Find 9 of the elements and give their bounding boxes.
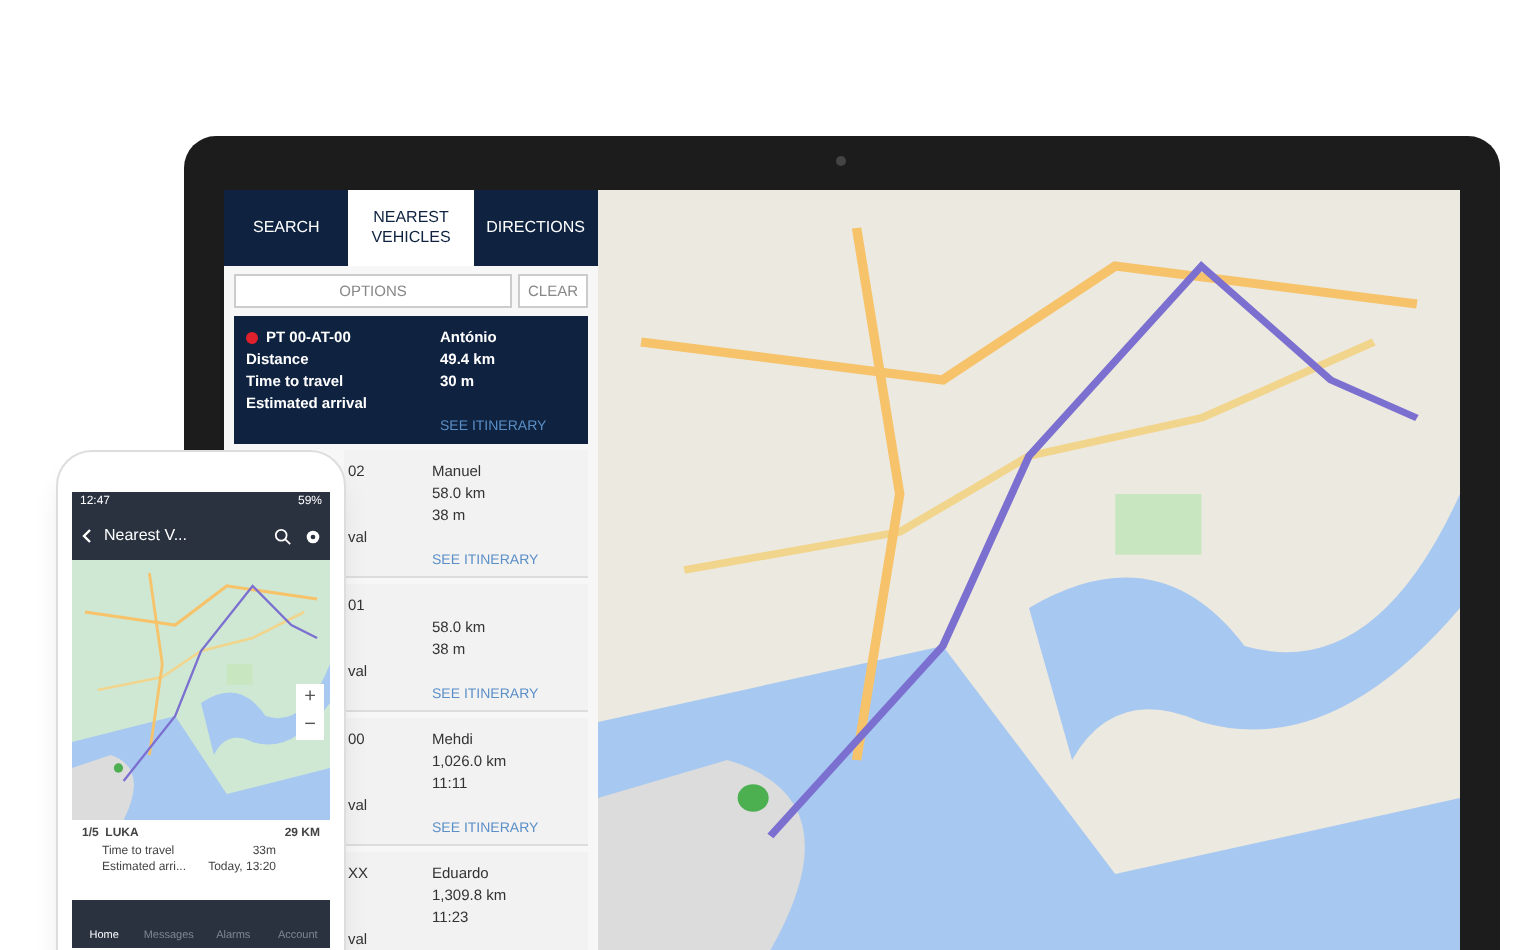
screen-title: Nearest V... (104, 524, 190, 548)
search-icon[interactable] (274, 527, 292, 545)
camera-icon (836, 156, 846, 166)
tab[interactable]: SEARCH (224, 190, 349, 266)
tab[interactable]: NEAREST VEHICLES (348, 190, 474, 266)
zoom-button[interactable]: − (296, 712, 324, 740)
zoom-button[interactable]: + (296, 684, 324, 712)
tab[interactable]: DIRECTIONS (473, 190, 598, 266)
back-icon[interactable] (80, 528, 92, 544)
